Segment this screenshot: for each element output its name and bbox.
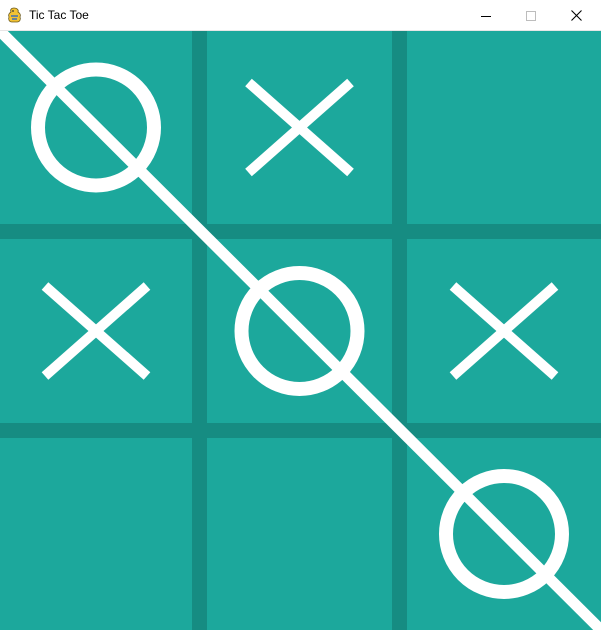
maximize-button[interactable] xyxy=(508,0,554,31)
maximize-icon xyxy=(526,10,536,21)
board-cell-0-2[interactable] xyxy=(407,31,601,224)
minimize-button[interactable] xyxy=(463,0,509,31)
close-button[interactable] xyxy=(553,0,599,31)
board-cell-2-1[interactable] xyxy=(207,438,392,630)
title-bar[interactable]: Tic Tac Toe xyxy=(0,0,601,31)
game-board[interactable] xyxy=(0,31,601,630)
window-title: Tic Tac Toe xyxy=(29,8,89,22)
grid-line-horizontal-2 xyxy=(0,423,601,438)
grid-line-vertical-2 xyxy=(392,31,407,630)
minimize-icon xyxy=(481,15,491,17)
board-canvas[interactable] xyxy=(0,31,601,630)
grid-line-horizontal-1 xyxy=(0,224,601,239)
grid-line-vertical-1 xyxy=(192,31,207,630)
pygame-snake-icon xyxy=(8,7,21,23)
board-cell-2-0[interactable] xyxy=(0,438,192,630)
close-icon xyxy=(570,10,582,21)
